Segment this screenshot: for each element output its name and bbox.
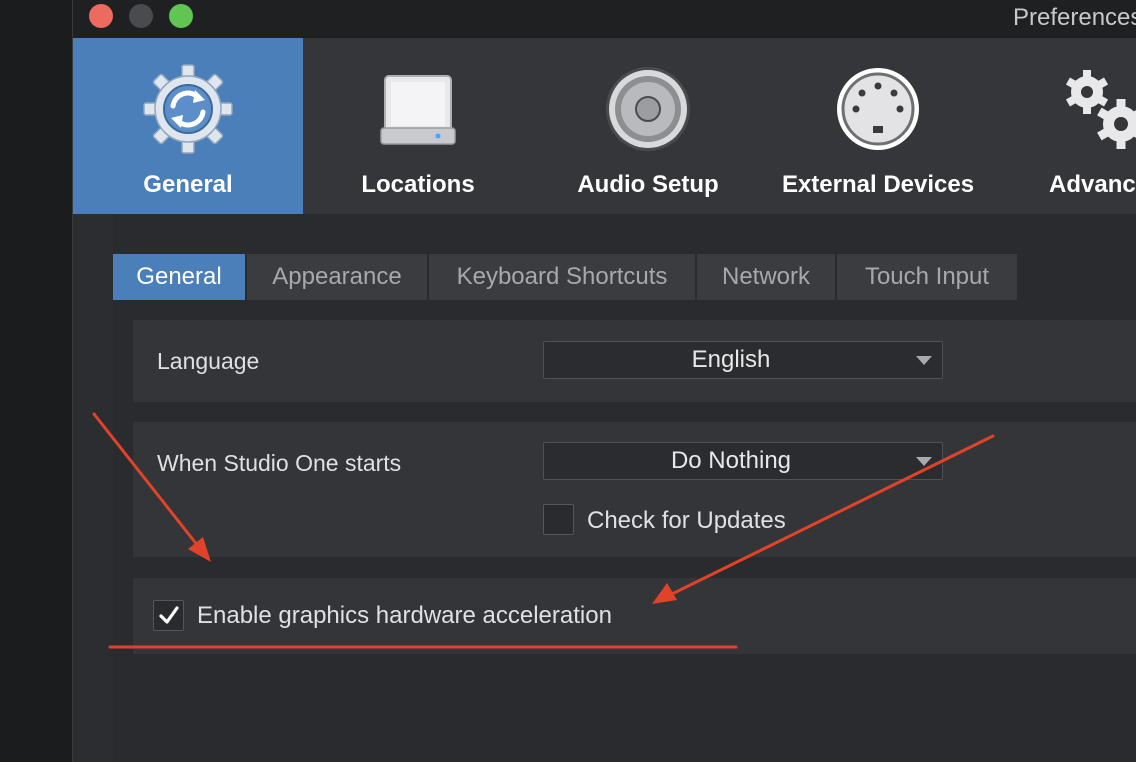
zoom-window-button[interactable] [169, 4, 193, 28]
toolbar-item-general[interactable]: General [73, 38, 303, 214]
chevron-down-icon [916, 457, 932, 466]
preferences-content: General Appearance Keyboard Shortcuts Ne… [113, 214, 1136, 762]
toolbar-item-label: Audio Setup [577, 171, 719, 198]
title-bar: Preferences [73, 0, 1136, 38]
gear-sync-icon [143, 64, 233, 154]
language-label: Language [157, 348, 260, 374]
tab-general[interactable]: General [113, 254, 245, 300]
toolbar-item-audio-setup[interactable]: Audio Setup [533, 38, 763, 214]
graphics-acceleration-checkbox[interactable] [153, 600, 184, 631]
language-dropdown[interactable]: English [543, 341, 943, 379]
midi-port-icon [837, 68, 919, 150]
check-for-updates-label: Check for Updates [587, 507, 786, 534]
hard-drive-icon [380, 75, 456, 145]
tab-touch-input[interactable]: Touch Input [837, 254, 1017, 300]
minimize-window-button[interactable] [129, 4, 153, 28]
chevron-down-icon [916, 356, 932, 365]
speaker-icon [606, 67, 690, 151]
tab-network[interactable]: Network [697, 254, 835, 300]
toolbar-item-label: General [143, 171, 233, 198]
toolbar-item-advanced[interactable]: Advanced [993, 38, 1136, 214]
toolbar-item-label: Advanced [1049, 171, 1136, 198]
close-window-button[interactable] [89, 4, 113, 28]
toolbar-item-label: External Devices [781, 171, 975, 198]
toolbar-item-external-devices[interactable]: External Devices [763, 38, 993, 214]
startup-action-value: Do Nothing [670, 447, 792, 474]
startup-label: When Studio One starts [157, 450, 402, 476]
toolbar-item-locations[interactable]: Locations [303, 38, 533, 214]
tab-bar: General Appearance Keyboard Shortcuts Ne… [113, 254, 1136, 300]
tab-keyboard-shortcuts[interactable]: Keyboard Shortcuts [429, 254, 695, 300]
gears-icon [1065, 70, 1136, 149]
window-title: Preferences [1013, 4, 1136, 31]
graphics-acceleration-label: Enable graphics hardware acceleration [197, 602, 612, 629]
startup-action-dropdown[interactable]: Do Nothing [543, 442, 943, 480]
startup-panel: When Studio One starts Do Nothing Check … [133, 422, 1136, 557]
toolbar-item-label: Locations [361, 171, 475, 198]
check-for-updates-checkbox[interactable] [543, 504, 574, 535]
graphics-panel: Enable graphics hardware acceleration [133, 578, 1136, 654]
tab-appearance[interactable]: Appearance [247, 254, 427, 300]
language-value: English [691, 346, 771, 373]
language-panel: Language English [133, 320, 1136, 402]
preferences-toolbar: General Locations Audio Setup External D… [73, 38, 1136, 214]
preferences-window: Preferences General Locations Audio Setu… [72, 0, 1136, 762]
checkmark-icon [159, 606, 179, 624]
